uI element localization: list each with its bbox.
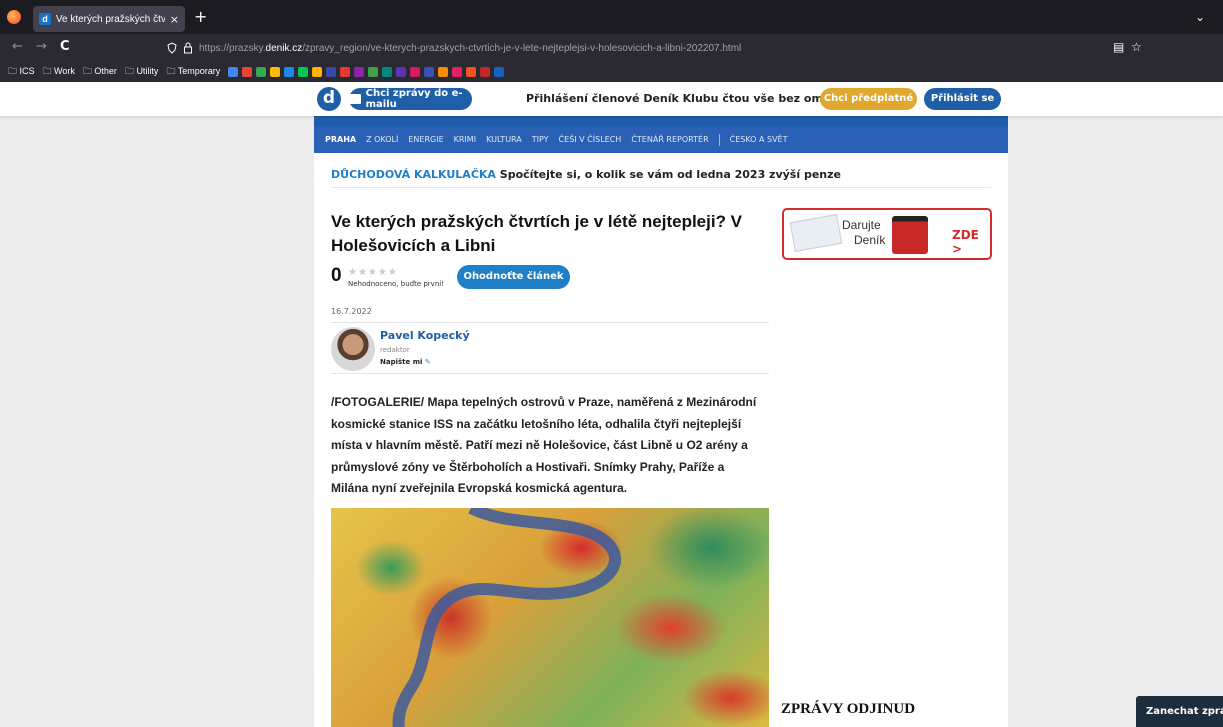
bookmark-site-icon[interactable]: [270, 67, 281, 77]
region-subnav: PRAHA Z OKOLÍ ENERGIE KRIMI KULTURA TIPY…: [314, 126, 1008, 153]
coffee-machine-icon: [892, 216, 928, 254]
envelope-icon: [349, 94, 361, 104]
bookmark-site-icon[interactable]: [410, 67, 421, 77]
rating-note: Nehodnoceno, buďte první!: [348, 280, 445, 288]
bookmark-site-icon[interactable]: [284, 67, 295, 77]
promo-cta[interactable]: ZDE >: [952, 228, 990, 256]
bookmark-site-icon[interactable]: [256, 67, 267, 77]
divider: [331, 187, 991, 188]
author-avatar[interactable]: [331, 327, 375, 371]
bookmark-folder-temporary[interactable]: 🗀 Temporary: [166, 64, 220, 80]
article-date: 16.7.2022: [331, 307, 372, 316]
reload-icon[interactable]: C: [60, 39, 70, 54]
forward-icon[interactable]: →: [36, 39, 47, 54]
bookmark-site-icon[interactable]: [396, 67, 407, 77]
shield-icon: [167, 42, 177, 54]
tab-title: Ve kterých pražských čtvrtích je: [55, 13, 165, 25]
tab-list-chevron-icon[interactable]: ⌄: [1195, 10, 1205, 24]
bookmarks-bar: 🗀 ICS 🗀 Work 🗀 Other 🗀 Utility 🗀 Tempora…: [0, 62, 1223, 82]
subnav-item-energie[interactable]: ENERGIE: [408, 135, 443, 144]
article-lead: /FOTOGALERIE/ Mapa tepelných ostrovů v P…: [331, 395, 757, 495]
site-topbar: d Chci zprávy do e-mailu Přihlášení člen…: [0, 82, 1223, 116]
rate-article-button[interactable]: Ohodnoťte článek: [457, 265, 570, 289]
calc-text: Spočítejte si, o kolik se vám od ledna 2…: [499, 168, 841, 181]
subnav-item-cesi-v-cislech[interactable]: ČEŠI V ČÍSLECH: [559, 135, 622, 144]
bookmark-site-icon[interactable]: [494, 67, 505, 77]
bookmark-folder-work[interactable]: 🗀 Work: [43, 64, 75, 80]
divider: [331, 322, 769, 323]
reader-view-icon[interactable]: ▤: [1113, 40, 1124, 54]
pension-calculator-link[interactable]: DŮCHODOVÁ KALKULAČKA Spočítejte si, o ko…: [331, 168, 841, 181]
close-tab-icon[interactable]: ×: [170, 13, 179, 26]
bookmark-site-icon[interactable]: [326, 67, 337, 77]
author-name[interactable]: Pavel Kopecký: [380, 329, 470, 342]
browser-tab-bar: d Ve kterých pražských čtvrtích je × + ⌄: [0, 0, 1223, 34]
bookmark-site-icon[interactable]: [368, 67, 379, 77]
subnav-item-praha[interactable]: PRAHA: [325, 135, 356, 144]
url-bar[interactable]: https://prazsky.denik.cz/zpravy_region/v…: [155, 37, 1155, 59]
login-button[interactable]: Přihlásit se: [924, 88, 1001, 110]
bookmark-site-icon[interactable]: [424, 67, 435, 77]
article-title: Ve kterých pražských čtvrtích je v létě …: [331, 212, 743, 255]
lock-icon: [184, 42, 192, 54]
newspaper-icon: [789, 214, 843, 252]
promo-text: Darujte Deník: [842, 218, 886, 247]
subnav-item-tipy[interactable]: TIPY: [532, 135, 549, 144]
subnav-item-kultura[interactable]: KULTURA: [486, 135, 522, 144]
other-news-heading: ZPRÁVY ODJINUD: [781, 701, 916, 717]
rating-value: 0: [331, 265, 342, 286]
subnav-divider: [718, 133, 720, 146]
bookmark-folder-utility[interactable]: 🗀 Utility: [125, 64, 159, 80]
bookmark-site-icon[interactable]: [382, 67, 393, 77]
subscribe-button[interactable]: Chci předplatné: [820, 88, 917, 110]
subnav-item-cesko-a-svet[interactable]: ČESKO A SVĚT: [730, 135, 788, 144]
bookmark-site-icon[interactable]: [480, 67, 491, 77]
bookmark-site-icon[interactable]: [466, 67, 477, 77]
bookmark-folder-ics[interactable]: 🗀 ICS: [8, 64, 35, 80]
donate-denik-banner[interactable]: Darujte Deník ZDE >: [782, 208, 992, 260]
main-nav: [314, 116, 1008, 126]
calc-keyword: DŮCHODOVÁ KALKULAČKA: [331, 168, 496, 181]
bookmark-site-icon[interactable]: [438, 67, 449, 77]
denik-favicon-icon: d: [39, 13, 51, 25]
write-me-link[interactable]: Napište mi ✎: [380, 358, 431, 366]
bookmark-site-icon[interactable]: [228, 67, 239, 77]
subnav-item-krimi[interactable]: KRIMI: [454, 135, 476, 144]
feedback-button[interactable]: Zanechat zpráv: [1136, 696, 1223, 727]
web-viewport: d Chci zprávy do e-mailu Přihlášení člen…: [0, 82, 1223, 727]
divider: [331, 373, 769, 374]
bookmark-site-icon[interactable]: [354, 67, 365, 77]
bookmark-folder-other[interactable]: 🗀 Other: [83, 64, 117, 80]
edit-icon: ✎: [424, 358, 431, 366]
author-role: redaktor: [380, 346, 410, 354]
firefox-icon[interactable]: [7, 10, 21, 24]
bookmark-star-icon[interactable]: ☆: [1131, 40, 1142, 54]
browser-nav-bar: ← → C https://prazsky.denik.cz/zpravy_re…: [0, 34, 1223, 62]
bookmark-site-icon[interactable]: [298, 67, 309, 77]
club-notice: Přihlášení členové Deník Klubu čtou vše …: [526, 92, 861, 105]
url-text: https://prazsky.denik.cz/zpravy_region/v…: [199, 42, 742, 54]
email-news-button[interactable]: Chci zprávy do e-mailu: [349, 88, 472, 110]
new-tab-icon[interactable]: +: [194, 7, 207, 26]
browser-tab[interactable]: d Ve kterých pražských čtvrtích je ×: [33, 6, 185, 32]
subnav-item-z-okoli[interactable]: Z OKOLÍ: [366, 135, 398, 144]
bookmark-site-icon[interactable]: [340, 67, 351, 77]
subnav-item-ctenar-reporter[interactable]: ČTENÁŘ REPORTÉR: [631, 135, 708, 144]
bookmark-site-icon[interactable]: [312, 67, 323, 77]
rating-stars[interactable]: ★★★★★: [348, 267, 398, 278]
back-icon[interactable]: ←: [12, 39, 23, 54]
bookmark-site-icon[interactable]: [452, 67, 463, 77]
bookmark-site-icon[interactable]: [242, 67, 253, 77]
email-news-label: Chci zprávy do e-mailu: [365, 88, 463, 110]
denik-logo[interactable]: d: [317, 87, 341, 111]
heat-map-image[interactable]: [331, 508, 769, 727]
river-shape: [392, 508, 622, 727]
article-page: PRAHA Z OKOLÍ ENERGIE KRIMI KULTURA TIPY…: [314, 116, 1008, 727]
